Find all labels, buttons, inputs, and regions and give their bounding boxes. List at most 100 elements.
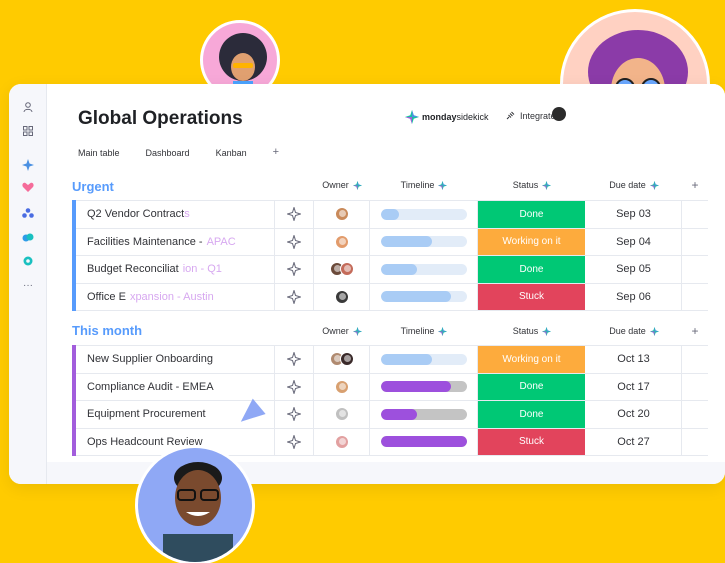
due-date-cell[interactable]: Oct 13 [586, 346, 682, 373]
table-row[interactable]: Office Expansion - Austin Stuck Sep 06 [72, 282, 708, 311]
status-badge[interactable]: Done [478, 256, 586, 283]
empty-cell [682, 429, 708, 456]
col-owner[interactable]: Owner [314, 326, 370, 336]
item-name[interactable]: Compliance Audit - EMEA [72, 373, 275, 400]
due-date-cell[interactable]: Sep 06 [586, 283, 682, 310]
col-timeline[interactable]: Timeline [370, 180, 478, 190]
timeline-cell[interactable] [370, 228, 478, 255]
timeline-track [380, 353, 467, 365]
due-date-cell[interactable]: Oct 17 [586, 373, 682, 400]
owner-cell[interactable] [314, 401, 370, 428]
item-name-generating-text: s [184, 208, 190, 221]
integration-app-icon[interactable] [552, 107, 566, 121]
owner-cell[interactable] [314, 201, 370, 228]
item-name[interactable]: New Supplier Onboarding [72, 346, 275, 373]
table-row[interactable]: Q2 Vendor Contract s Done Sep 03 [72, 200, 708, 229]
item-name[interactable]: Facilities Maintenance - APAC [72, 228, 275, 255]
status-badge[interactable]: Done [478, 201, 586, 228]
ai-assist-cell[interactable] [275, 256, 314, 283]
owner-cell[interactable] [314, 283, 370, 310]
due-date-cell[interactable]: Oct 27 [586, 428, 682, 455]
tab-main-table[interactable]: Main table [78, 148, 120, 158]
heart-icon[interactable] [21, 180, 35, 194]
status-badge[interactable]: Working on it [478, 228, 586, 255]
status-badge[interactable]: Stuck [478, 428, 586, 455]
sparkle-outline-icon [287, 262, 301, 277]
group-title-this-month[interactable]: This month [72, 323, 142, 338]
group-title-urgent[interactable]: Urgent [72, 179, 114, 194]
add-column-button[interactable]: + [682, 324, 708, 338]
empty-cell [682, 256, 708, 283]
owner-cell[interactable] [314, 428, 370, 455]
ai-assist-cell[interactable] [275, 428, 314, 455]
ai-assist-cell[interactable] [275, 401, 314, 428]
ai-assist-cell[interactable] [275, 228, 314, 255]
timeline-cell[interactable] [370, 373, 478, 400]
timeline-cell[interactable] [370, 283, 478, 310]
grid-icon[interactable] [21, 124, 35, 138]
table-row[interactable]: Equipment Procurement Done Oct 20 [72, 400, 708, 429]
empty-cell [682, 346, 708, 373]
table-row[interactable]: Facilities Maintenance - APAC Working on i… [72, 227, 708, 256]
add-column-button[interactable]: + [682, 178, 708, 192]
owner-cell[interactable] [314, 228, 370, 255]
tab-kanban[interactable]: Kanban [216, 148, 247, 158]
group-color-bar [72, 345, 76, 374]
ai-assist-cell[interactable] [275, 283, 314, 310]
item-name-generating-text: APAC [206, 235, 236, 248]
gear-icon[interactable] [21, 254, 35, 268]
board-window: ··· Global Operations Main table Dashboa… [9, 84, 725, 484]
dots-cluster-icon[interactable] [21, 206, 35, 220]
tab-dashboard[interactable]: Dashboard [146, 148, 190, 158]
col-status-label: Status [512, 180, 539, 190]
col-timeline[interactable]: Timeline [370, 326, 478, 336]
timeline-fill [380, 291, 452, 303]
timeline-cell[interactable] [370, 256, 478, 283]
col-owner-label: Owner [322, 180, 349, 190]
col-owner[interactable]: Owner [314, 180, 370, 190]
owner-cell[interactable] [314, 346, 370, 373]
timeline-cell[interactable] [370, 428, 478, 455]
item-name[interactable]: Budget Reconciliat ion - Q1 [72, 256, 275, 283]
ai-assist-cell[interactable] [275, 201, 314, 228]
timeline-cell[interactable] [370, 201, 478, 228]
timeline-cell[interactable] [370, 401, 478, 428]
avatar [334, 407, 349, 422]
ai-assist-cell[interactable] [275, 373, 314, 400]
due-date-cell[interactable]: Sep 03 [586, 201, 682, 228]
status-badge[interactable]: Stuck [478, 283, 586, 310]
col-due-date[interactable]: Due date [586, 180, 682, 190]
due-date-cell[interactable]: Oct 20 [586, 401, 682, 428]
status-badge[interactable]: Working on it [478, 346, 586, 373]
monday-sidekick-button[interactable]: monday sidekick [405, 110, 489, 124]
col-ai-spark-icon [542, 326, 552, 336]
avatar [334, 207, 349, 222]
integrate-button[interactable]: Integrate [505, 110, 556, 121]
table-row[interactable]: Compliance Audit - EMEA Done Oct 17 [72, 372, 708, 401]
item-name[interactable]: Office Expansion - Austin [72, 283, 275, 310]
due-date-cell[interactable]: Sep 04 [586, 228, 682, 255]
status-badge[interactable]: Done [478, 373, 586, 400]
timeline-cell[interactable] [370, 346, 478, 373]
avatar [334, 289, 349, 304]
col-status[interactable]: Status [478, 180, 586, 190]
empty-cell [682, 401, 708, 428]
status-badge[interactable]: Done [478, 401, 586, 428]
item-name[interactable]: Q2 Vendor Contract s [72, 201, 275, 228]
ai-assist-cell[interactable] [275, 346, 314, 373]
more-icon[interactable]: ··· [21, 278, 35, 292]
owner-cell[interactable] [314, 256, 370, 283]
owner-cell[interactable] [314, 373, 370, 400]
col-status[interactable]: Status [478, 326, 586, 336]
empty-cell [682, 201, 708, 228]
table-row[interactable]: Budget Reconciliat ion - Q1 Done Sep 05 [72, 255, 708, 284]
timeline-fill [380, 263, 417, 275]
col-due-date[interactable]: Due date [586, 326, 682, 336]
cloud-icon[interactable] [21, 230, 35, 244]
table-row[interactable]: New Supplier Onboarding Working on it Oct … [72, 345, 708, 374]
sidekick-icon[interactable] [21, 158, 35, 172]
group-color-bar [72, 372, 76, 401]
due-date-cell[interactable]: Sep 05 [586, 256, 682, 283]
user-icon[interactable] [21, 100, 35, 114]
add-view-button[interactable]: + [273, 146, 279, 158]
